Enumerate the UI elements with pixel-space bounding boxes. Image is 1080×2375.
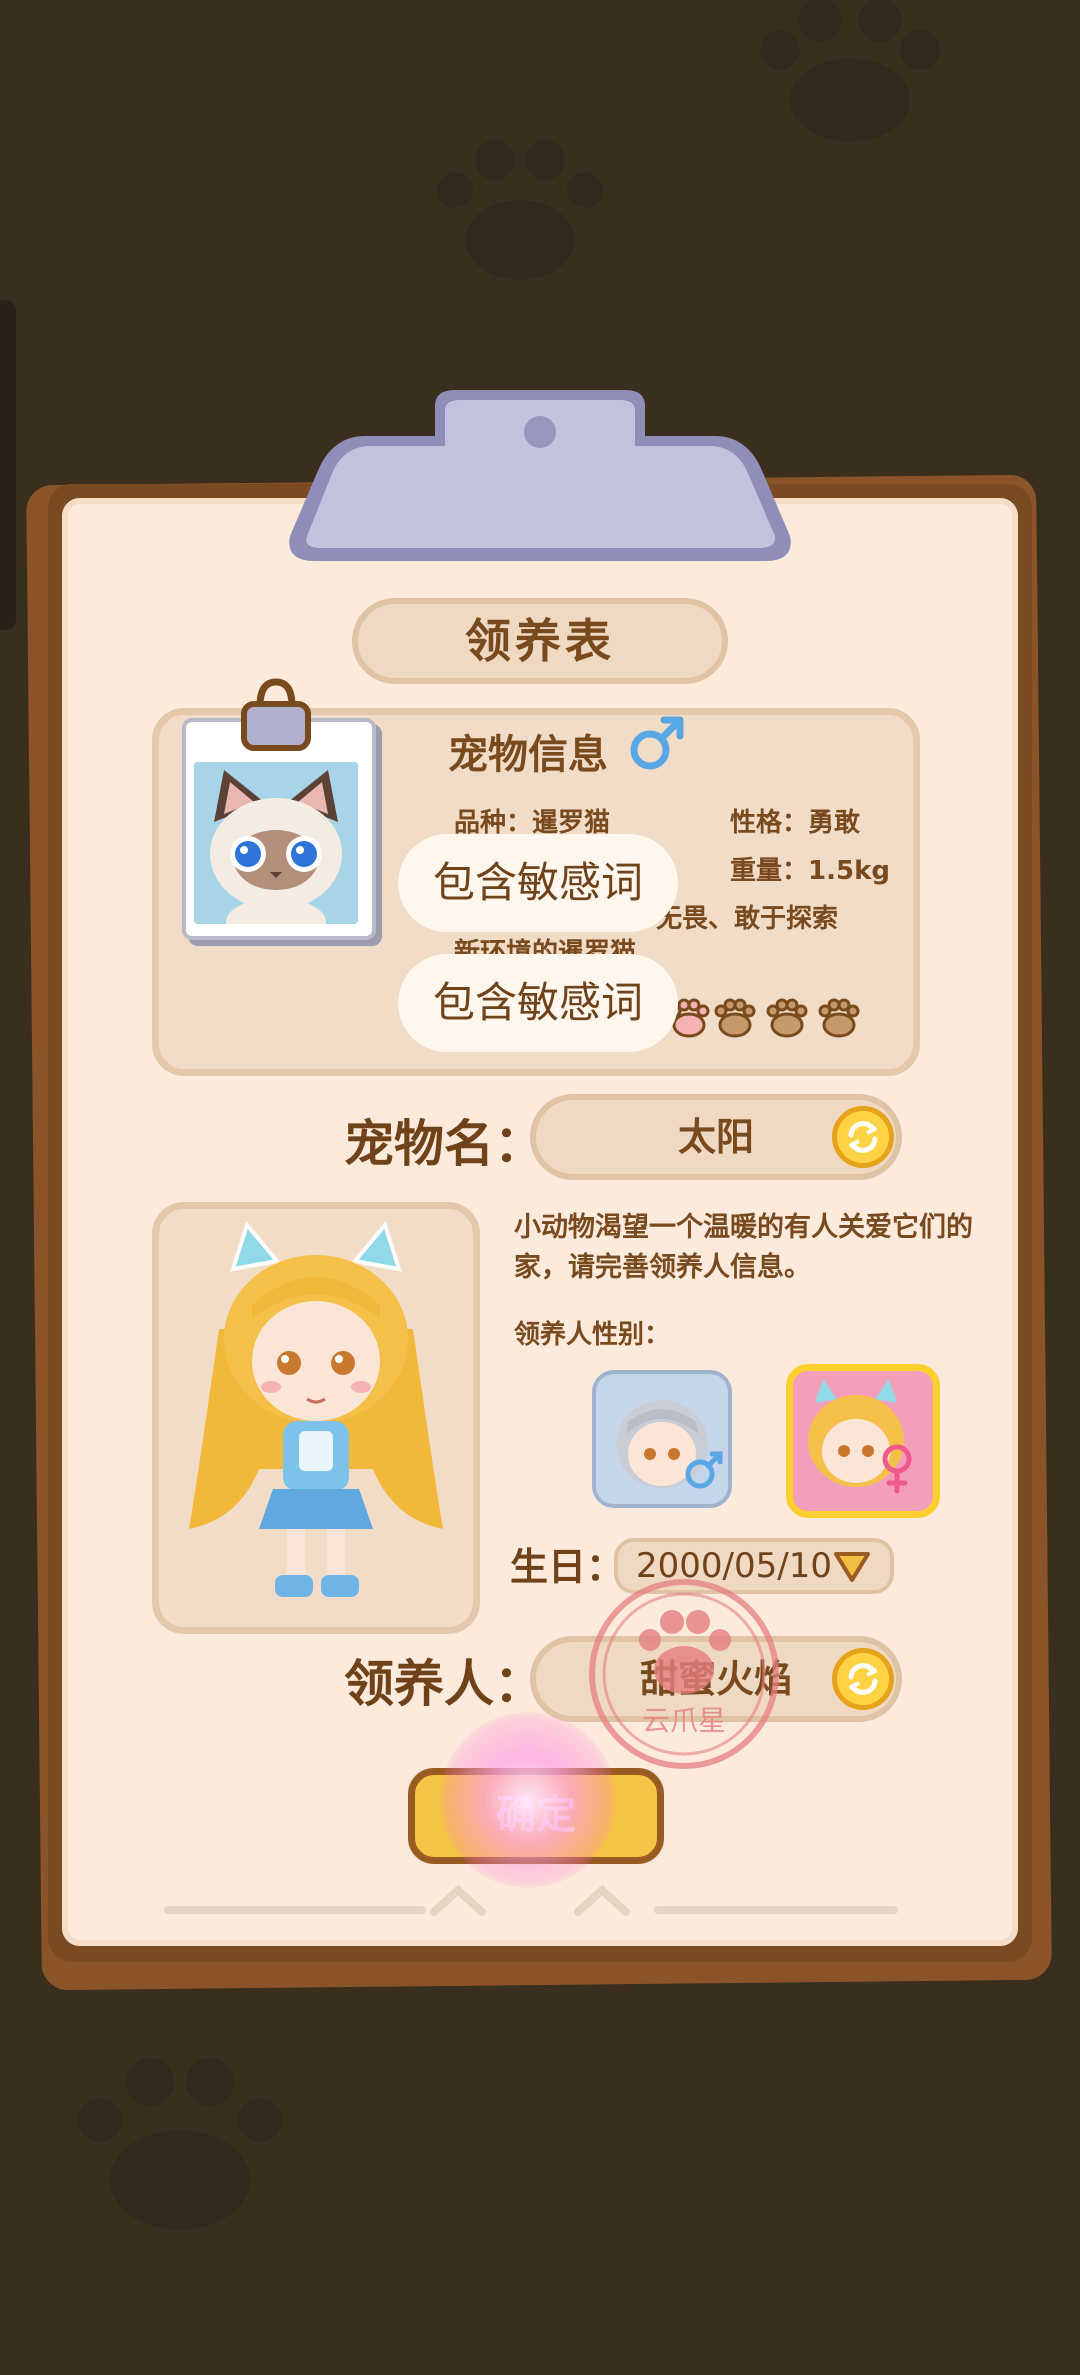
adopter-avatar-panel bbox=[152, 1202, 480, 1634]
pet-name-refresh-button[interactable] bbox=[832, 1106, 894, 1168]
paw-stamp-icon: 云爪星 bbox=[589, 1579, 779, 1769]
paw-background-icon bbox=[760, 0, 940, 142]
adopter-name-label: 领养人： bbox=[344, 1655, 544, 1713]
pet-info-heading: 宠物信息 bbox=[448, 732, 608, 778]
clipboard-clip-icon bbox=[289, 390, 791, 561]
pet-description-part-1: 无畏、敢于探索 bbox=[656, 904, 839, 934]
personality-label: 性格： bbox=[730, 808, 809, 838]
gender-option-male[interactable] bbox=[592, 1370, 732, 1508]
sensitive-word-overlay: 包含敏感词 bbox=[398, 954, 678, 1052]
paw-rating-icon bbox=[766, 998, 808, 1038]
paw-rating-icon bbox=[714, 998, 756, 1038]
adopter-gender-label: 领养人性别： bbox=[514, 1320, 671, 1350]
chevron-up-icon bbox=[430, 1884, 486, 1916]
siamese-cat-image bbox=[194, 762, 358, 924]
stamp-text: 云爪星 bbox=[642, 1704, 726, 1737]
sensitive-word-overlay: 包含敏感词 bbox=[398, 834, 678, 932]
adopter-intro-text: 小动物渴望一个温暖的有人关爱它们的家，请完善领养人信息。 bbox=[514, 1212, 973, 1283]
form-title: 领养表 bbox=[352, 598, 728, 684]
paw-rating-icon bbox=[818, 998, 860, 1038]
divider-right bbox=[654, 1906, 898, 1914]
side-tab[interactable] bbox=[0, 300, 16, 630]
paw-background-icon bbox=[78, 2058, 282, 2230]
refresh-icon bbox=[848, 1663, 878, 1695]
personality-row: 性格：勇敢 bbox=[730, 802, 860, 839]
chevron-up-icon bbox=[574, 1884, 630, 1916]
binder-clip-icon bbox=[241, 678, 311, 751]
chevron-down-icon[interactable] bbox=[832, 1550, 872, 1584]
weight-value: 1.5kg bbox=[808, 856, 890, 886]
pet-name-label: 宠物名： bbox=[344, 1115, 544, 1173]
weight-row: 重量：1.5kg bbox=[730, 850, 890, 887]
adopter-character-image bbox=[189, 1220, 443, 1597]
adopter-name-refresh-button[interactable] bbox=[832, 1648, 894, 1710]
female-avatar-image bbox=[793, 1371, 919, 1497]
refresh-icon bbox=[848, 1121, 878, 1153]
paw-background-icon bbox=[437, 140, 603, 280]
tap-glow-effect bbox=[440, 1712, 616, 1888]
divider-left bbox=[164, 1906, 426, 1914]
male-avatar-image bbox=[616, 1400, 723, 1489]
gender-option-female[interactable] bbox=[786, 1364, 940, 1518]
personality-value: 勇敢 bbox=[808, 808, 861, 838]
weight-label: 重量： bbox=[730, 856, 809, 886]
male-symbol-icon bbox=[630, 716, 684, 770]
